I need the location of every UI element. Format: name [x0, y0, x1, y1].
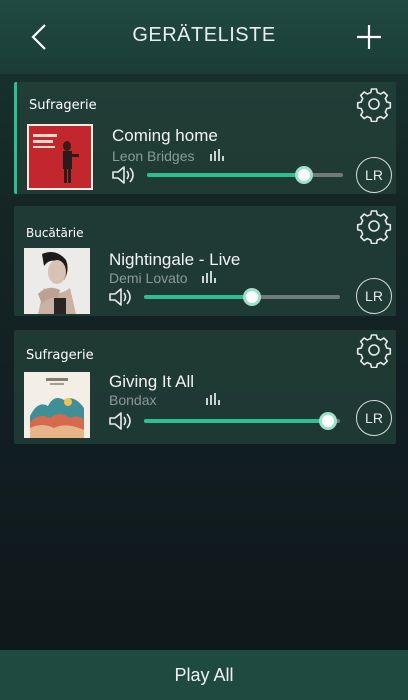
header-bar: GERÄTELISTE [0, 0, 408, 74]
album-cover[interactable] [27, 124, 93, 190]
volume-knob[interactable] [242, 288, 261, 306]
room-name: Bucătărie [26, 226, 84, 240]
device-card[interactable]: Bucătărie Nightingale - Live Demi Lovato [14, 206, 396, 316]
gear-icon[interactable] [356, 208, 392, 244]
artist-name: Leon Bridges [112, 148, 195, 164]
equalizer-icon [210, 149, 224, 161]
song-title: Giving It All [109, 372, 195, 391]
speaker-icon[interactable] [108, 410, 134, 432]
album-cover[interactable] [24, 248, 90, 314]
volume-slider[interactable] [144, 288, 340, 306]
volume-knob[interactable] [319, 412, 338, 430]
device-card[interactable]: Sufragerie Coming home Leon Bridges LR [14, 82, 396, 194]
speaker-icon[interactable] [111, 164, 137, 186]
device-card[interactable]: Sufragerie Giving It All Bondax LR [14, 330, 396, 444]
volume-slider[interactable] [147, 166, 343, 184]
artist-name: Bondax [109, 392, 157, 408]
room-name: Sufragerie [29, 98, 97, 113]
song-title: Coming home [112, 126, 218, 145]
stereo-lr-button[interactable]: LR [356, 157, 392, 193]
song-title: Nightingale - Live [109, 250, 241, 269]
page-title: GERÄTELISTE [132, 24, 276, 46]
volume-fill [144, 295, 252, 299]
speaker-icon[interactable] [108, 286, 134, 308]
stereo-lr-button[interactable]: LR [356, 400, 392, 436]
app-window: GERÄTELISTE Sufragerie Coming home Leon … [0, 0, 408, 700]
stereo-lr-button[interactable]: LR [356, 278, 392, 314]
artist-name: Demi Lovato [109, 270, 188, 286]
equalizer-icon [206, 393, 220, 405]
volume-fill [147, 173, 304, 177]
play-all-button[interactable]: Play All [0, 650, 408, 700]
room-name: Sufragerie [26, 348, 94, 363]
gear-icon[interactable] [356, 332, 392, 368]
album-cover[interactable] [24, 372, 90, 438]
equalizer-icon [202, 271, 216, 283]
add-device-button[interactable] [352, 20, 386, 54]
volume-slider[interactable] [144, 412, 340, 430]
volume-knob[interactable] [294, 166, 313, 184]
gear-icon[interactable] [356, 86, 392, 122]
volume-fill [144, 419, 329, 423]
plus-icon [357, 25, 381, 49]
